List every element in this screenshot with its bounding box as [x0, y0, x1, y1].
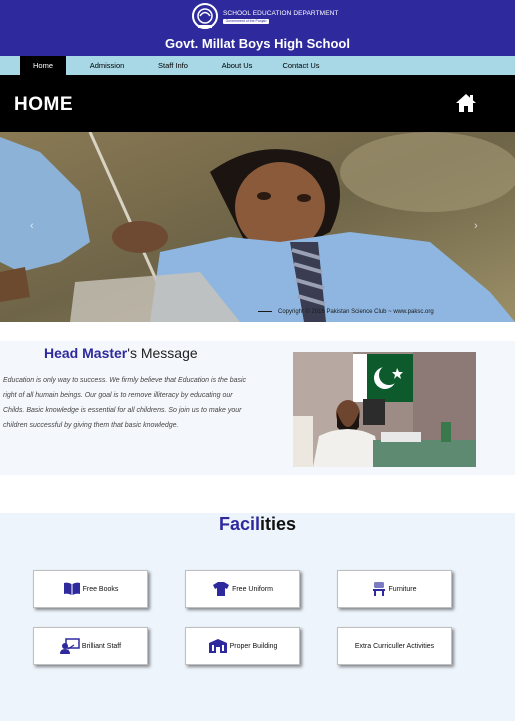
carousel-next-button[interactable]: ›	[474, 220, 478, 232]
teacher-icon	[59, 638, 80, 654]
book-icon	[63, 582, 80, 595]
facility-extra-curricular[interactable]: Extra Curriculler Activities	[337, 627, 452, 665]
nav-item-staff-info[interactable]: Staff Info	[150, 56, 196, 75]
facility-furniture[interactable]: Furniture	[337, 570, 452, 608]
facility-brilliant-staff[interactable]: Brilliant Staff	[33, 627, 148, 665]
hero-copyright: Copyright © 2016 Pakistan Science Club ~…	[258, 309, 434, 315]
facilities-heading: Facilities	[218, 514, 297, 534]
page-heading-bar: HOME	[0, 75, 515, 132]
nav-item-about-us[interactable]: About Us	[214, 56, 260, 75]
department-subtitle: Government of the Punjab	[223, 19, 269, 24]
headmaster-message: Education is only way to success. We fir…	[3, 377, 247, 429]
nav-item-contact-us[interactable]: Contact Us	[278, 56, 324, 75]
chair-icon	[373, 581, 386, 596]
facility-label: Extra Curriculler Activities	[354, 642, 435, 650]
department-name: SCHOOL EDUCATION DEPARTMENT	[223, 10, 339, 17]
facility-free-uniform[interactable]: Free Uniform	[185, 570, 300, 608]
school-name: Govt. Millat Boys High School	[165, 36, 350, 51]
nav-item-home[interactable]: Home	[20, 56, 66, 75]
headmaster-heading: Head Master's Message	[44, 345, 198, 361]
shirt-icon	[213, 582, 230, 596]
site-header: SCHOOL EDUCATION DEPARTMENT Government o…	[0, 0, 515, 56]
facility-label: Furniture	[388, 585, 417, 593]
facility-label: Proper Building	[229, 642, 278, 650]
headmaster-section: Head Master's Message Education is only …	[0, 341, 515, 475]
building-icon	[208, 639, 227, 653]
facilities-section: Facilities Free Books Free Uniform Furni…	[0, 513, 515, 721]
facility-free-books[interactable]: Free Books	[33, 570, 148, 608]
carousel-prev-button[interactable]: ‹	[30, 220, 34, 232]
home-icon[interactable]	[455, 93, 477, 113]
hero-photo	[0, 132, 515, 322]
facility-label: Brilliant Staff	[81, 642, 122, 650]
headmaster-photo	[293, 352, 476, 467]
hero-slider: ‹ › Copyright © 2016 Pakistan Science Cl…	[0, 132, 515, 322]
nav-item-admission[interactable]: Admission	[84, 56, 130, 75]
main-nav: Home Admission Staff Info About Us Conta…	[0, 56, 515, 75]
department-logo	[192, 3, 218, 29]
page-title: HOME	[14, 94, 73, 115]
facility-proper-building[interactable]: Proper Building	[185, 627, 300, 665]
facility-label: Free Books	[82, 585, 119, 593]
facility-label: Free Uniform	[232, 585, 273, 593]
